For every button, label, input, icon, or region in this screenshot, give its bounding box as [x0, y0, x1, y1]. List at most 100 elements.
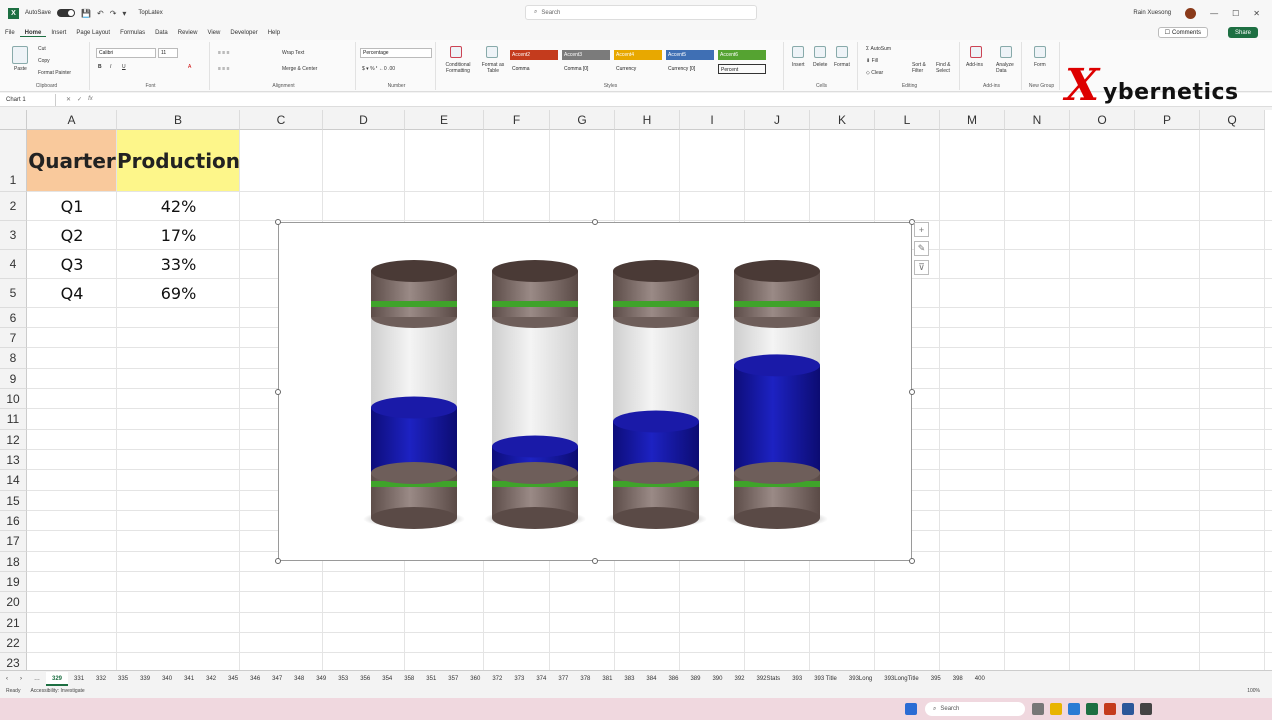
paste-label[interactable]: Paste: [14, 66, 27, 72]
customize-qat-icon[interactable]: ▾: [122, 9, 126, 18]
tab-insert[interactable]: Insert: [46, 30, 71, 36]
row-header-14[interactable]: 14: [0, 470, 27, 491]
start-icon[interactable]: [905, 703, 917, 715]
row-header-9[interactable]: 9: [0, 369, 27, 389]
row-header-17[interactable]: 17: [0, 531, 27, 552]
sheet-tab-378[interactable]: 378: [574, 676, 596, 682]
sheet-tab-400[interactable]: 400: [969, 676, 991, 682]
tab-home[interactable]: Home: [19, 30, 47, 37]
sheet-tab-346[interactable]: 346: [244, 676, 266, 682]
row-header-18[interactable]: 18: [0, 552, 27, 572]
paste-icon[interactable]: [12, 46, 28, 64]
style-accent4[interactable]: Accent4: [614, 50, 662, 60]
style-comma-0-[interactable]: Comma [0]: [562, 64, 610, 74]
analyze-data-icon[interactable]: [1000, 46, 1012, 58]
conditional-formatting-label[interactable]: Conditional Formatting: [440, 62, 476, 74]
tab-review[interactable]: Review: [173, 30, 203, 36]
autosave-toggle[interactable]: [57, 9, 76, 17]
style-accent3[interactable]: Accent3: [562, 50, 610, 60]
number-format-icons[interactable]: $ ▾ % ❜ ←0 .00: [362, 66, 395, 72]
accessibility-status[interactable]: Accessibility: Investigate: [30, 688, 84, 694]
cell-b2[interactable]: 42%: [117, 192, 240, 221]
sheet-tab-386[interactable]: 386: [662, 676, 684, 682]
wrap-text-button[interactable]: Wrap Text: [282, 50, 304, 56]
chart-resize-handle[interactable]: [275, 389, 281, 395]
tab-file[interactable]: File: [0, 30, 20, 36]
chart-resize-handle[interactable]: [592, 219, 598, 225]
tab-help[interactable]: Help: [263, 30, 285, 36]
delete-label[interactable]: Delete: [813, 62, 827, 68]
sheet-tab-393longtitle[interactable]: 393LongTitle: [878, 676, 924, 682]
conditional-formatting-icon[interactable]: [450, 46, 462, 58]
row-header-1[interactable]: 1: [0, 130, 27, 192]
cell-a2[interactable]: Q1: [27, 192, 117, 221]
col-header-j[interactable]: J: [745, 110, 810, 130]
row-header-2[interactable]: 2: [0, 192, 27, 221]
tab-nav-next[interactable]: ›: [14, 676, 28, 682]
avatar[interactable]: [1185, 7, 1197, 19]
chart-resize-handle[interactable]: [592, 558, 598, 564]
sheet-tab-353[interactable]: 353: [332, 676, 354, 682]
sheet-tab-348[interactable]: 348: [288, 676, 310, 682]
col-header-i[interactable]: I: [680, 110, 745, 130]
close-button[interactable]: ✕: [1253, 9, 1260, 18]
sheet-tab-389[interactable]: 389: [684, 676, 706, 682]
form-icon[interactable]: [1034, 46, 1046, 58]
enter-icon[interactable]: ✓: [77, 96, 82, 103]
col-header-g[interactable]: G: [550, 110, 615, 130]
format-as-table-label[interactable]: Format as Table: [478, 62, 508, 74]
sheet-tab-374[interactable]: 374: [530, 676, 552, 682]
sheet-tab-356[interactable]: 356: [354, 676, 376, 682]
cell-b3[interactable]: 17%: [117, 221, 240, 250]
sheet-tab-357[interactable]: 357: [442, 676, 464, 682]
col-header-k[interactable]: K: [810, 110, 875, 130]
format-label[interactable]: Format: [834, 62, 850, 68]
tab-nav-more[interactable]: …: [28, 676, 46, 682]
chart[interactable]: [278, 222, 912, 561]
row-header-10[interactable]: 10: [0, 389, 27, 409]
sheet-tab-358[interactable]: 358: [398, 676, 420, 682]
cell-a1[interactable]: Quarter: [27, 130, 117, 192]
sheet-tab-335[interactable]: 335: [112, 676, 134, 682]
sheet-tab-340[interactable]: 340: [156, 676, 178, 682]
sheet-tab-339[interactable]: 339: [134, 676, 156, 682]
maximize-button[interactable]: ☐: [1232, 9, 1239, 18]
chart-resize-handle[interactable]: [275, 219, 281, 225]
sheet-tab-354[interactable]: 354: [376, 676, 398, 682]
form-label[interactable]: Form: [1034, 62, 1046, 68]
share-button[interactable]: Share: [1227, 27, 1258, 38]
cell-b1[interactable]: Production: [117, 130, 240, 192]
powerpoint-taskbar-icon[interactable]: [1104, 703, 1116, 715]
tab-formulas[interactable]: Formulas: [115, 30, 150, 36]
row-header-12[interactable]: 12: [0, 430, 27, 450]
file-explorer-icon[interactable]: [1050, 703, 1062, 715]
row-header-3[interactable]: 3: [0, 221, 27, 250]
bold-button[interactable]: B: [98, 64, 102, 70]
underline-button[interactable]: U: [122, 64, 126, 70]
sheet-tab-393long[interactable]: 393Long: [843, 676, 878, 682]
task-view-icon[interactable]: [1032, 703, 1044, 715]
sheet-tab-381[interactable]: 381: [596, 676, 618, 682]
font-color-icon[interactable]: A: [188, 64, 191, 70]
style-currency-0-[interactable]: Currency [0]: [666, 64, 714, 74]
row-header-6[interactable]: 6: [0, 308, 27, 328]
zoom-level[interactable]: 100%: [1247, 688, 1260, 694]
sort-filter-button[interactable]: Sort & Filter: [912, 62, 934, 74]
style-accent2[interactable]: Accent2: [510, 50, 558, 60]
chart-resize-handle[interactable]: [275, 558, 281, 564]
minimize-button[interactable]: —: [1210, 9, 1218, 18]
col-header-p[interactable]: P: [1135, 110, 1200, 130]
search-box[interactable]: ⌕ Search: [525, 5, 757, 20]
row-header-4[interactable]: 4: [0, 250, 27, 279]
redo-icon[interactable]: ↷: [110, 9, 117, 18]
col-header-h[interactable]: H: [615, 110, 680, 130]
tab-nav-prev[interactable]: ‹: [0, 676, 14, 682]
style-percent[interactable]: Percent: [718, 64, 766, 74]
undo-icon[interactable]: ↶: [97, 9, 104, 18]
col-header-a[interactable]: A: [27, 110, 117, 130]
app-taskbar-icon[interactable]: [1140, 703, 1152, 715]
sheet-tab-392[interactable]: 392: [728, 676, 750, 682]
sheet-tab-349[interactable]: 349: [310, 676, 332, 682]
sheet-tab-383[interactable]: 383: [618, 676, 640, 682]
col-header-e[interactable]: E: [405, 110, 484, 130]
